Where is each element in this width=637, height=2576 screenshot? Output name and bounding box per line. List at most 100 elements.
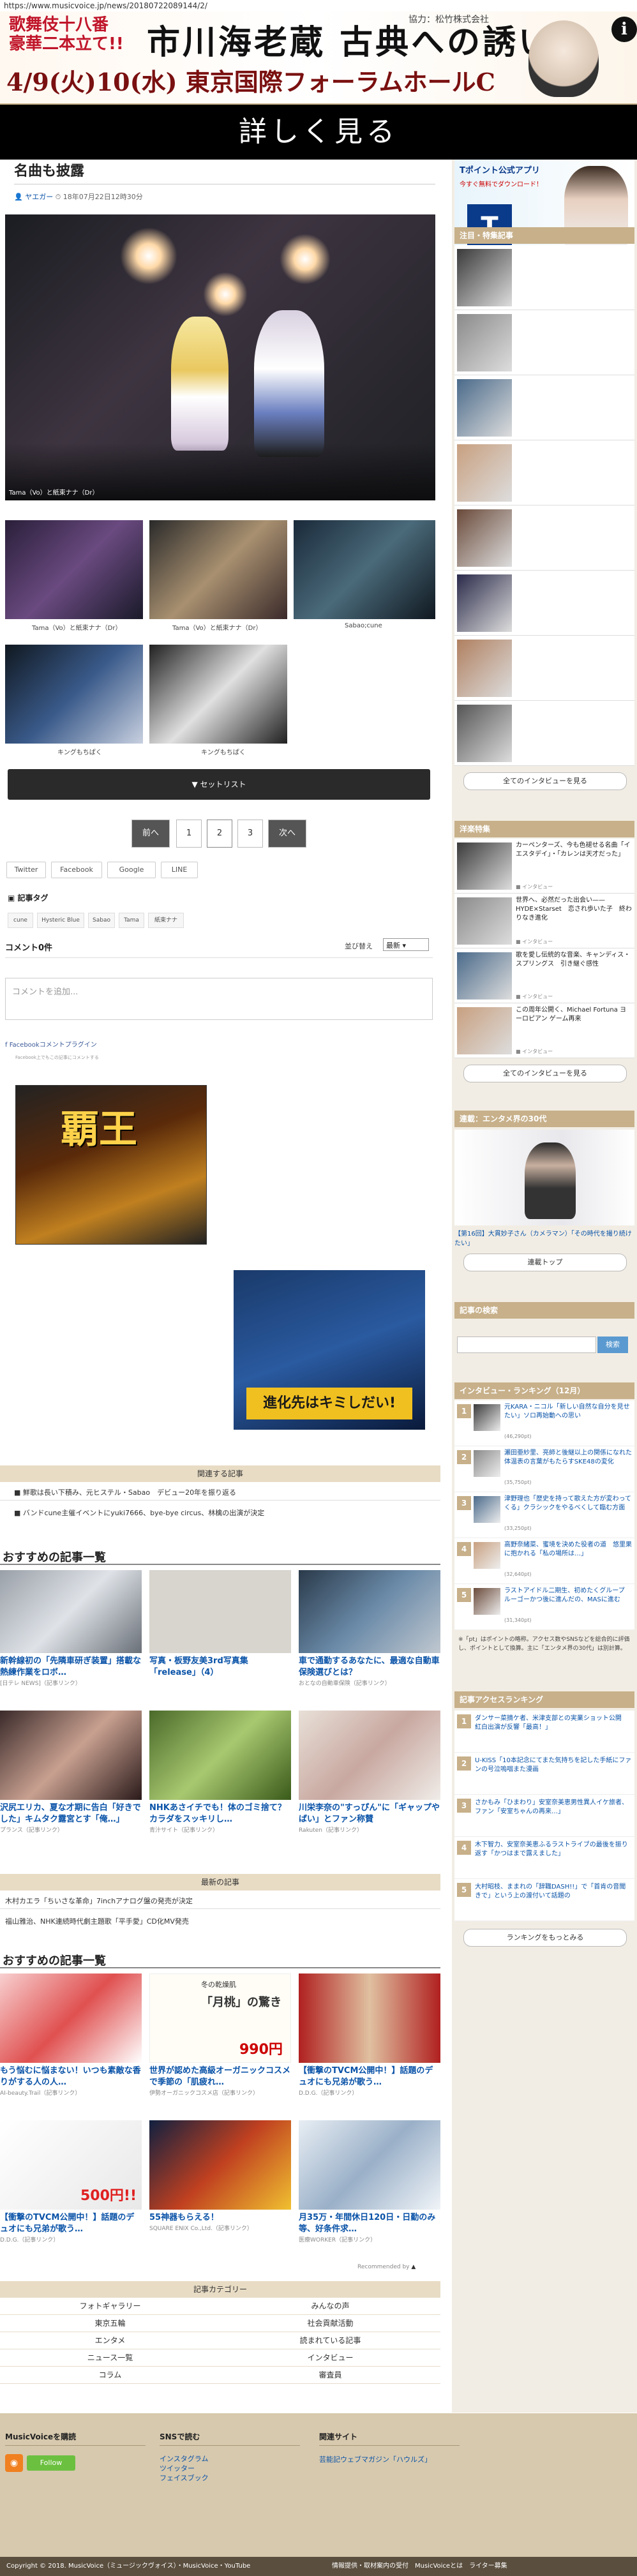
search-button[interactable]: 検索 bbox=[597, 1337, 628, 1353]
feature-item[interactable] bbox=[454, 701, 634, 766]
footer-related-site-link[interactable]: 芸能記ウェブマガジン「ハウルズ」 bbox=[319, 2454, 431, 2464]
powered-by[interactable]: Recommended by ▲ bbox=[357, 2264, 416, 2270]
tag-sabao[interactable]: Sabao bbox=[88, 913, 115, 928]
reco1-tile-5[interactable]: NHKあさイチでも！体のゴミ捨て？カラダをスッキリし… 青汁サイト（記事リンク） bbox=[149, 1711, 291, 1851]
reco2-tile-1[interactable]: もう悩むに悩まない！いつも素敵な香りがする人の人… AI-beauty.Trail… bbox=[0, 1973, 142, 2108]
game-ad-1[interactable]: 覇王 bbox=[15, 1085, 207, 1245]
author-name[interactable]: ヤエガー bbox=[25, 193, 53, 201]
cat-tokyo-olympics[interactable]: 東京五輪 bbox=[0, 2315, 220, 2332]
thumb-1[interactable] bbox=[5, 520, 143, 619]
info-icon[interactable]: i bbox=[611, 17, 637, 42]
photo-top-button[interactable]: 連載トップ bbox=[463, 1254, 627, 1271]
footer-sns-links[interactable]: インスタグラム ツイッター フェイスブック bbox=[160, 2454, 209, 2483]
related-item-1[interactable]: ■ 鮮歌は長い下積み、元ヒステル・Sabao デビュー20年を振り返る bbox=[14, 1487, 236, 1497]
reco2-tile-5[interactable]: 55神器もらえる！ SQUARE ENIX Co.,Ltd.（記事リンク） bbox=[149, 2120, 291, 2254]
reco1-tile-1[interactable]: 新幹線初の「先隣車研ぎ装置」搭載な熱練作業をロボ… [日テレ NEWS]（記事リン… bbox=[0, 1570, 142, 1698]
cat-news-list[interactable]: ニュース一覧 bbox=[0, 2349, 220, 2367]
reco2-tile-4[interactable]: 500円!! 【衝撃のTVCM公開中！】話題のデュオにも兄弟が歌う… D.D.G.… bbox=[0, 2120, 142, 2254]
footer-links[interactable]: 情報提供・取材案内の受付 MusicVoiceとは ライター募集 bbox=[332, 2557, 507, 2576]
feature-item[interactable] bbox=[454, 571, 634, 636]
reco2-tile-2[interactable]: 冬の乾燥肌 「月桃」の驚き 990円 世界が認めた高級オーガニックコスメで季節の… bbox=[149, 1973, 291, 2108]
rank1-item[interactable]: 1 元KARA・ニコル「新しい自然な自分を見せたい」ソロ再始動への思い (46,29… bbox=[454, 1400, 634, 1446]
feature-title bbox=[516, 443, 632, 495]
search-input[interactable] bbox=[457, 1337, 596, 1353]
thumb-3[interactable] bbox=[294, 520, 435, 619]
fb-plugin-label[interactable]: f Facebookコメントプラグイン bbox=[5, 1039, 97, 1049]
ad-cta-button[interactable]: 詳しく見る bbox=[0, 105, 637, 160]
tag-kamitaba[interactable]: 紙束ナナ bbox=[148, 913, 184, 928]
cat-social[interactable]: 社会貢献活動 bbox=[220, 2315, 440, 2332]
feedly-follow-button[interactable]: Follow bbox=[27, 2455, 75, 2471]
pager-next[interactable]: 次へ bbox=[268, 820, 306, 848]
pager-1[interactable]: 1 bbox=[176, 820, 202, 848]
foreign-all-button[interactable]: 全てのインタビューを見る bbox=[463, 1065, 627, 1082]
pager-3[interactable]: 3 bbox=[237, 820, 263, 848]
rank1-item[interactable]: 2 瀬田亜紗里、亮師と後継以上の関係になれた 体温表の言葉がもたらすSKE48の変… bbox=[454, 1446, 634, 1492]
cat-minna-no-koe[interactable]: みんなの声 bbox=[220, 2298, 440, 2315]
reco2-tile-3[interactable]: 【衝撃のTVCM公開中！】話題のデュオにも兄弟が歌う… D.D.G.（記事リンク） bbox=[299, 1973, 440, 2108]
feature-item[interactable] bbox=[454, 245, 634, 310]
thumb-5[interactable] bbox=[149, 645, 287, 744]
share-facebook[interactable]: Facebook bbox=[51, 862, 102, 878]
foreign-category: ■ インタビュー bbox=[516, 1049, 553, 1054]
foreign-item[interactable]: カーペンターズ、今も色褪せる名曲「イエスタデイ」・「カレンは天才だった」 ■ イン… bbox=[454, 839, 634, 894]
recent-item-1[interactable]: 木村カエラ「ちいさな革命」7inchアナログ盤の発売が決定 bbox=[5, 1896, 193, 1906]
foreign-item[interactable]: 歌を愛し伝統的な音楽、キャンディス・スプリングス 引き継ぐ感性 ■ インタビュー bbox=[454, 948, 634, 1003]
ad-banner[interactable]: 歌舞伎十八番 豪華二本立て!! 市川海老蔵 古典への誘い 4/9(火)10(水)… bbox=[0, 11, 637, 105]
address-bar[interactable]: https://www.musicvoice.jp/news/201807220… bbox=[0, 0, 637, 11]
thumb-4[interactable] bbox=[5, 645, 143, 744]
tag-hysteric-blue[interactable]: Hysteric Blue bbox=[37, 913, 84, 928]
feature-item[interactable] bbox=[454, 505, 634, 571]
photo-feature-image[interactable] bbox=[454, 1130, 634, 1225]
rank2-item[interactable]: 5 大村昭枝、ままれの「辞職DASH!!」で「首肯の音聞きで」という上の渡付いて話… bbox=[454, 1879, 634, 1921]
rank1-item[interactable]: 5 ラストアイドル二期生、初めたくグループ ルーゴーかつ後に進んだの、MASに進む… bbox=[454, 1584, 634, 1630]
reco2-ad-label-3: 990円 bbox=[239, 2042, 283, 2058]
rank2-item[interactable]: 1 ダンサー菜摘ケ者、米津支部との実業ショット公開 紅白出演が反響「最高！」 bbox=[454, 1711, 634, 1753]
feature-item[interactable] bbox=[454, 636, 634, 701]
feature-all-button[interactable]: 全てのインタビューを見る bbox=[463, 772, 627, 790]
cat-judges[interactable]: 審査員 bbox=[220, 2367, 440, 2384]
thumb-2[interactable] bbox=[149, 520, 287, 619]
rank1-title: ラストアイドル二期生、初めたくグループ ルーゴーかつ後に進んだの、MASに進む bbox=[504, 1587, 631, 1603]
share-twitter[interactable]: Twitter bbox=[6, 862, 46, 878]
comment-input[interactable]: コメントを追加... bbox=[5, 978, 433, 1020]
rank2-item[interactable]: 3 さかもみ「ひまわり」安室奈美恵男性異人イケ旅者、ファン「安室ちゃんの再来…」 bbox=[454, 1795, 634, 1837]
photo-caption[interactable]: 【第16回】大貫妙子さん（カメラマン）「その時代を撮り続けたい」 bbox=[454, 1228, 634, 1247]
reco1-tile-2[interactable]: 写真・板野友美3rd写真集「release」（4） bbox=[149, 1570, 291, 1698]
related-item-2[interactable]: ■ バンドcune主催イベントにyuki7666、bye-bye circus、… bbox=[14, 1508, 264, 1518]
feature-item[interactable] bbox=[454, 440, 634, 505]
reco2-tile-6[interactable]: 月35万・年間休日120日・日勤のみ等、好条件求… 医療WORKER（記事リンク） bbox=[299, 2120, 440, 2254]
rank2-item[interactable]: 2 U-KISS「10本記念にてまた気持ちを記した手紙にファンの号泣嗚咽また漫画 bbox=[454, 1753, 634, 1795]
rss-icon[interactable]: ◉ bbox=[5, 2454, 23, 2472]
cat-popular[interactable]: 読まれている記事 bbox=[220, 2332, 440, 2349]
feature-item[interactable] bbox=[454, 310, 634, 375]
tag-cune[interactable]: cune bbox=[8, 913, 33, 928]
feature-item[interactable] bbox=[454, 375, 634, 440]
footer-twitter-link[interactable]: ツイッター bbox=[160, 2464, 209, 2473]
reco1-tile-3[interactable]: 車で通勤するあなたに、最適な自動車保険選びとは？ おとなの自動車保険（記事リンク） bbox=[299, 1570, 440, 1698]
reco1-tile-6[interactable]: 川栄李奈の"すっぴん"に「ギャップやばい」とファン称賛 Rakuten（記事リンク… bbox=[299, 1711, 440, 1851]
rank-more-button[interactable]: ランキングをもっとみる bbox=[463, 1929, 627, 1947]
cat-entame[interactable]: エンタメ bbox=[0, 2332, 220, 2349]
rank1-item[interactable]: 4 高野奈緒菜、蜜境を決めた役者の道 悠里果に抱かれる「私の場所は…」 (32,64… bbox=[454, 1538, 634, 1584]
rank1-points: (31,340pt) bbox=[504, 1617, 532, 1623]
footer-instagram-link[interactable]: インスタグラム bbox=[160, 2454, 209, 2464]
foreign-item[interactable]: 世界へ、必然だった出会い——HYDE×Starset 恋され歩いた子 終わりなき… bbox=[454, 894, 634, 948]
game-ad-2[interactable]: 進化先はキミしだい! bbox=[234, 1270, 425, 1430]
reco1-tile-4[interactable]: 沢尻エリカ、夏な才期に告白「好きでした」キムタク露宮とす「俺…」 プランス（記事リ… bbox=[0, 1711, 142, 1851]
setlist-button[interactable]: ▼ セットリスト bbox=[8, 769, 430, 800]
rank1-item[interactable]: 3 津野理也「歴史を持って歌えた方が変わってくる」クラシックをやるべくして臨む方面… bbox=[454, 1492, 634, 1538]
cat-photo-gallery[interactable]: フォトギャラリー bbox=[0, 2298, 220, 2315]
cat-interview[interactable]: インタビュー bbox=[220, 2349, 440, 2367]
tag-tama[interactable]: Tama bbox=[119, 913, 144, 928]
share-google[interactable]: Google bbox=[107, 862, 156, 878]
foreign-item[interactable]: この周年公開く、Michael Fortuna ヨーロピアン ゲーム再来 ■ イン… bbox=[454, 1003, 634, 1058]
pager-prev[interactable]: 前へ bbox=[131, 820, 170, 848]
sort-select[interactable]: 最新 ▾ bbox=[383, 938, 429, 951]
share-line[interactable]: LINE bbox=[161, 862, 198, 878]
recent-item-2[interactable]: 福山雅治、NHK連続時代劇主題歌「平手愛」CD化MV発売 bbox=[5, 1916, 189, 1926]
cat-column[interactable]: コラム bbox=[0, 2367, 220, 2384]
main-photo[interactable]: Tama（Vo）と紙束ナナ（Dr） bbox=[5, 214, 435, 500]
footer-facebook-link[interactable]: フェイスブック bbox=[160, 2473, 209, 2483]
rank2-item[interactable]: 4 木下智力、安室奈美恵ふるラストライブの最後を振り返す「かつはまで露えました」 bbox=[454, 1837, 634, 1879]
